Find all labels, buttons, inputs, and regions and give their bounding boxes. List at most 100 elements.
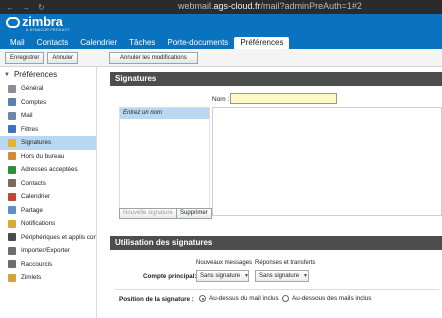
chevron-down-icon: ▼ xyxy=(244,273,249,279)
sidebar-item-zimlet[interactable]: Zimlets xyxy=(0,271,96,285)
gear-icon xyxy=(8,84,16,93)
position-above-radio[interactable] xyxy=(199,295,206,302)
replies-signature-select[interactable]: Sans signature ▼ xyxy=(255,270,309,282)
app-tabs: Mail Contacts Calendrier Tâches Porte-do… xyxy=(0,36,442,49)
browser-toolbar: ← → ↻ webmail.ags-cloud.fr/mail?adminPre… xyxy=(0,0,442,14)
tab-mail[interactable]: Mail xyxy=(4,37,31,49)
sidebar-item-label: Filtres xyxy=(21,125,39,133)
shield-check-icon xyxy=(8,165,16,174)
sidebar-item-label: Hors du bureau xyxy=(21,152,65,160)
usage-section-title: Utilisation des signatures xyxy=(110,236,442,250)
tab-preferences[interactable]: Préférences xyxy=(234,37,290,49)
new-signature-button[interactable]: Nouvelle signature xyxy=(119,208,177,219)
mail-icon xyxy=(8,111,16,120)
preferences-toolbar: Enregistrer Annuler Annuler les modifica… xyxy=(0,49,442,67)
sidebar-item-bell[interactable]: Notifications xyxy=(0,217,96,231)
sidebar-item-label: Notifications xyxy=(21,220,56,228)
signature-position-label: Position de la signature : xyxy=(119,296,194,303)
position-below-radio[interactable] xyxy=(282,295,289,302)
tab-briefcase[interactable]: Porte-documents xyxy=(161,37,234,49)
import-export-icon xyxy=(8,246,16,255)
replies-column-label: Réponses et transferts xyxy=(255,260,316,266)
signature-icon xyxy=(8,138,16,147)
url-prefix: webmail. xyxy=(178,1,214,11)
sidebar-item-label: Calendrier xyxy=(21,193,51,201)
zimbra-logo[interactable]: zimbra A SYNACOR PRODUCT xyxy=(6,14,70,32)
sidebar-item-label: Général xyxy=(21,85,44,93)
sidebar-item-out-of-office[interactable]: Hors du bureau xyxy=(0,150,96,164)
sidebar-item-label: Zimlets xyxy=(21,274,42,282)
sidebar-item-import-export[interactable]: Importer/Exporter xyxy=(0,244,96,258)
sidebar-item-filter[interactable]: Filtres xyxy=(0,123,96,137)
sidebar-item-signature[interactable]: Signatures xyxy=(0,136,96,150)
preferences-sidebar: ▼ Préférences Général Comptes Mail Filtres S… xyxy=(0,67,97,318)
sidebar-item-devices[interactable]: Périphériques et applis conn xyxy=(0,231,96,245)
position-below-label: Au-dessous des mails inclus xyxy=(292,295,372,302)
signature-editor[interactable] xyxy=(212,107,442,216)
sidebar-header-label: Préférences xyxy=(13,70,58,79)
position-below-option[interactable]: Au-dessous des mails inclus xyxy=(282,295,371,302)
sidebar-item-share[interactable]: Partage xyxy=(0,204,96,218)
sidebar-item-contacts[interactable]: Contacts xyxy=(0,177,96,191)
delete-signature-button[interactable]: Supprimer xyxy=(176,208,212,219)
keyboard-icon xyxy=(8,260,16,269)
signature-name-label: Nom : xyxy=(212,96,230,103)
account-label: Compte principal: xyxy=(143,273,197,280)
url-domain: ags-cloud.fr xyxy=(213,1,261,11)
browser-nav: ← → ↻ xyxy=(0,3,45,12)
replies-select-value: Sans signature xyxy=(259,273,300,279)
sidebar-item-calendar[interactable]: Calendrier xyxy=(0,190,96,204)
tab-calendar[interactable]: Calendrier xyxy=(74,37,123,49)
sidebar-item-gear[interactable]: Général xyxy=(0,82,96,96)
sidebar-item-mail[interactable]: Mail xyxy=(0,109,96,123)
cancel-button[interactable]: Annuler xyxy=(47,51,79,64)
share-icon xyxy=(8,206,16,215)
signatures-panel: Signatures Nom : Entrez un nom Nouvelle … xyxy=(110,67,442,318)
new-messages-select-value: Sans signature xyxy=(200,273,241,279)
signatures-section-title: Signatures xyxy=(110,72,442,86)
sidebar-item-label: Périphériques et applis conn xyxy=(21,233,96,241)
new-messages-column-label: Nouveaux messages xyxy=(196,260,253,266)
signature-name-input[interactable] xyxy=(230,93,337,104)
app-header: zimbra A SYNACOR PRODUCT xyxy=(0,14,442,36)
brand-name: zimbra xyxy=(22,14,63,29)
url-suffix: /mail?adminPreAuth=1#2 xyxy=(260,1,362,11)
bell-icon xyxy=(8,219,16,228)
sidebar-item-label: Raccourcis xyxy=(21,260,53,268)
sidebar-item-label: Mail xyxy=(21,112,33,120)
calendar-icon xyxy=(8,192,16,201)
zimbra-logo-icon xyxy=(6,16,20,28)
divider xyxy=(115,289,439,290)
sidebar-item-label: Adresses acceptées xyxy=(21,166,78,174)
back-arrow-icon[interactable]: ← xyxy=(6,3,14,12)
chevron-down-icon: ▼ xyxy=(303,273,308,279)
sidebar-list: Général Comptes Mail Filtres Signatures Hors … xyxy=(0,82,96,285)
accounts-icon xyxy=(8,98,16,107)
reload-icon[interactable]: ↻ xyxy=(38,3,45,12)
forward-arrow-icon[interactable]: → xyxy=(22,3,30,12)
sidebar-item-label: Partage xyxy=(21,206,44,214)
contacts-icon xyxy=(8,179,16,188)
address-bar[interactable]: webmail.ags-cloud.fr/mail?adminPreAuth=1… xyxy=(178,1,362,11)
position-above-label: Au-dessus du mail inclus xyxy=(209,295,279,302)
position-above-option[interactable]: Au-dessus du mail inclus xyxy=(199,295,279,302)
list-item[interactable]: Entrez un nom xyxy=(120,108,209,119)
tab-tasks[interactable]: Tâches xyxy=(123,37,161,49)
out-of-office-icon xyxy=(8,152,16,161)
sidebar-item-shield-check[interactable]: Adresses acceptées xyxy=(0,163,96,177)
tab-contacts[interactable]: Contacts xyxy=(31,37,75,49)
sidebar-item-label: Importer/Exporter xyxy=(21,247,70,255)
sidebar-item-label: Signatures xyxy=(21,139,52,147)
signature-list[interactable]: Entrez un nom xyxy=(119,107,210,216)
sidebar-item-label: Comptes xyxy=(21,98,47,106)
sidebar-header[interactable]: ▼ Préférences xyxy=(0,67,96,82)
undo-changes-button[interactable]: Annuler les modifications xyxy=(109,51,198,64)
devices-icon xyxy=(8,233,16,242)
sidebar-item-label: Contacts xyxy=(21,179,46,187)
sidebar-item-keyboard[interactable]: Raccourcis xyxy=(0,258,96,272)
sidebar-item-accounts[interactable]: Comptes xyxy=(0,96,96,110)
new-messages-signature-select[interactable]: Sans signature ▼ xyxy=(196,270,249,282)
brand-tagline: A SYNACOR PRODUCT xyxy=(26,28,70,32)
collapse-caret-icon[interactable]: ▼ xyxy=(4,72,10,78)
save-button[interactable]: Enregistrer xyxy=(5,51,45,64)
